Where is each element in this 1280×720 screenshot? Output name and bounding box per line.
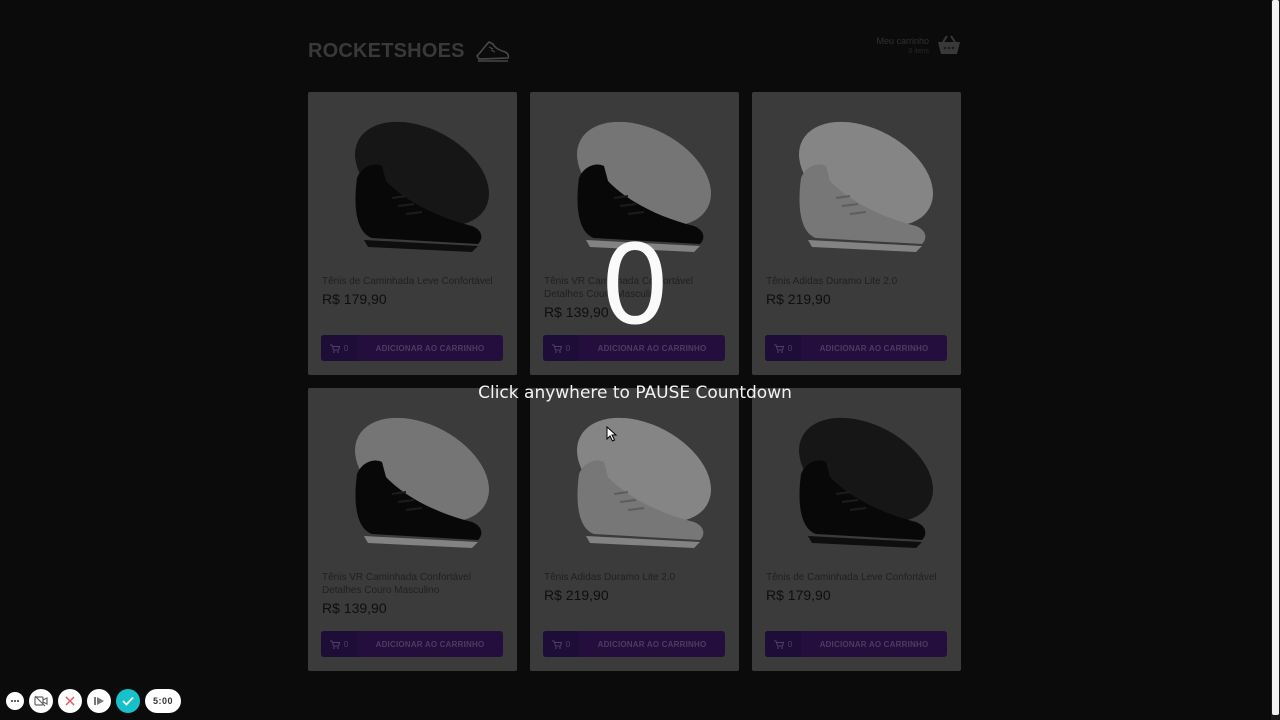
check-icon [122,696,134,706]
quantity-value: 0 [343,343,349,353]
product-card: Tênis de Caminhada Leve Confortável R$ 17… [308,92,517,375]
product-title: Tênis de Caminhada Leve Confortável [322,276,493,287]
scrollbar-thumb[interactable] [1272,0,1279,715]
product-price: R$ 219,90 [544,587,609,603]
quantity-value: 0 [343,639,349,649]
basket-icon [938,35,960,54]
recording-timer: 5:00 [145,689,182,713]
product-price: R$ 139,90 [322,600,387,616]
quantity-value: 0 [565,639,571,649]
quantity-value: 0 [787,343,793,353]
cart-quantity: 0 [543,631,579,657]
cart-title: Meu carrinho [876,35,929,46]
product-card: Tênis Adidas Duramo Lite 2.0 R$ 219,90 0 AD… [530,388,739,671]
add-to-cart-button[interactable]: 0 ADICIONAR AO CARRINHO [321,335,503,361]
pause-hint[interactable]: Click anywhere to PAUSE Countdown [380,383,890,403]
cart-icon [329,344,340,353]
restart-recording-button[interactable] [87,689,111,713]
add-to-cart-label: ADICIONAR AO CARRINHO [819,639,929,649]
countdown-number: 0 [600,221,670,349]
product-image[interactable] [766,402,947,560]
add-to-cart-button[interactable]: 0 ADICIONAR AO CARRINHO [765,631,947,657]
add-to-cart-label: ADICIONAR AO CARRINHO [819,343,929,353]
finish-recording-button[interactable] [116,689,140,713]
product-card: Tênis Adidas Duramo Lite 2.0 R$ 219,90 0 AD… [752,92,961,375]
product-image[interactable] [322,402,503,560]
cart-quantity: 0 [321,335,357,361]
recording-toolbar: 5:00 [6,688,182,714]
product-image[interactable] [766,106,947,264]
more-options-button[interactable] [6,692,24,710]
product-card: Tênis de Caminhada Leve Confortável R$ 17… [752,388,961,671]
cart-quantity: 0 [765,335,801,361]
skip-icon [94,697,104,705]
cart-quantity: 0 [321,631,357,657]
scrollbar[interactable] [1271,0,1280,720]
close-icon [65,696,75,706]
cart-icon [773,640,784,649]
product-title: Tênis Adidas Duramo Lite 2.0 [766,276,898,287]
mouse-cursor-icon [606,426,618,442]
cancel-recording-button[interactable] [58,689,82,713]
product-price: R$ 219,90 [766,291,831,307]
cart-quantity: 0 [765,631,801,657]
product-title: Tênis VR Caminhada Confortável Detalhes … [322,572,471,596]
add-to-cart-button[interactable]: 0 ADICIONAR AO CARRINHO [765,335,947,361]
product-image[interactable] [322,106,503,264]
add-to-cart-button[interactable]: 0 ADICIONAR AO CARRINHO [543,631,725,657]
sneaker-logo-icon [475,41,509,62]
camera-toggle-button[interactable] [29,689,53,713]
product-price: R$ 179,90 [322,291,387,307]
product-title: Tênis de Caminhada Leve Confortável [766,572,937,583]
add-to-cart-button[interactable]: 0 ADICIONAR AO CARRINHO [321,631,503,657]
cart-count: 0 itens [908,47,929,55]
add-to-cart-label: ADICIONAR AO CARRINHO [375,343,485,353]
add-to-cart-label: ADICIONAR AO CARRINHO [375,639,485,649]
add-to-cart-label: ADICIONAR AO CARRINHO [597,639,707,649]
logo[interactable]: ROCKETSHOES [308,38,511,64]
cart-link[interactable]: Meu carrinho 0 itens [876,34,961,56]
cart-icon [773,344,784,353]
cart-icon [329,640,340,649]
product-image[interactable] [544,402,725,560]
product-price: R$ 179,90 [766,587,831,603]
quantity-value: 0 [787,639,793,649]
more-icon [11,700,19,702]
product-card: Tênis VR Caminhada Confortável Detalhes … [308,388,517,671]
cart-icon [551,640,562,649]
camera-off-icon [34,695,48,707]
header: ROCKETSHOES Meu carrinho 0 itens [308,30,961,66]
product-title: Tênis Adidas Duramo Lite 2.0 [544,572,676,583]
logo-text: ROCKETSHOES [308,39,465,62]
store-page: ROCKETSHOES Meu carrinho 0 itens Tênis d… [0,0,1280,720]
